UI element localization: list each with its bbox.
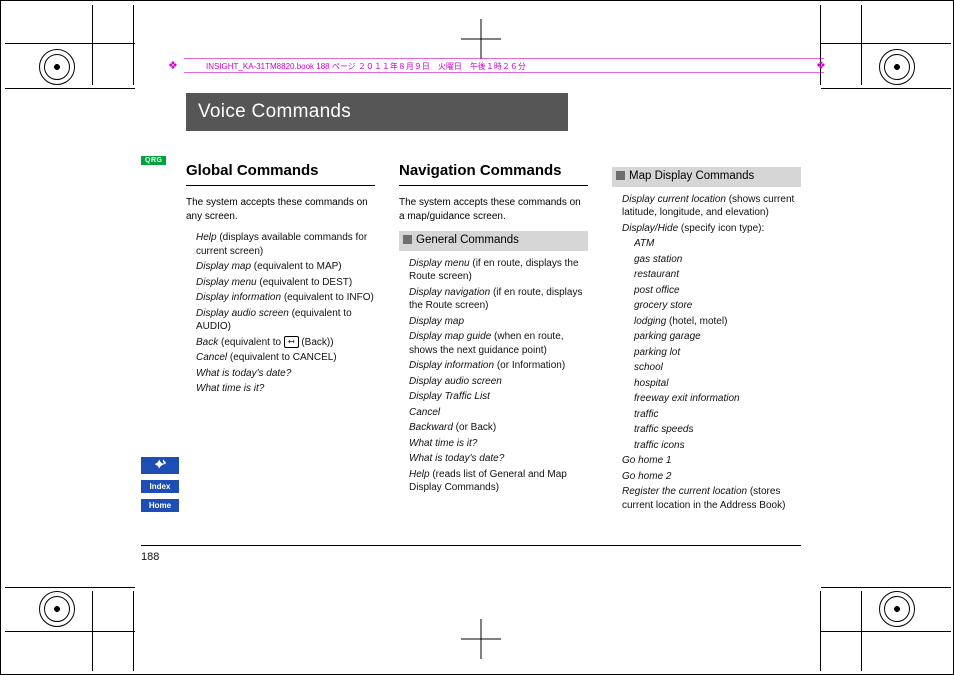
crop-vline-br1: [820, 591, 821, 671]
crop-vline-br2: [861, 591, 862, 671]
ornament-right-icon: ❖: [816, 59, 826, 72]
list-item: What is today's date?: [409, 452, 588, 466]
running-head-rule-bot: [184, 72, 824, 73]
list-item: Display current location (shows current …: [622, 193, 801, 220]
square-bullet-icon: [616, 171, 625, 180]
crop-vline-tr2: [861, 5, 862, 85]
list-item: Help (reads list of General and Map Disp…: [409, 468, 588, 495]
side-tabs: ✦ᔉ Index Home: [141, 457, 179, 512]
list-item: gas station: [634, 253, 801, 267]
list-item: parking garage: [634, 330, 801, 344]
list-item: Cancel (equivalent to CANCEL): [196, 351, 375, 365]
general-list: Display menu (if en route, displays the …: [399, 257, 588, 495]
heading-navigation-rule: [399, 185, 588, 186]
list-item: Display audio screen: [409, 375, 588, 389]
list-item: Back (equivalent to ↤ (Back)): [196, 336, 375, 350]
tab-home[interactable]: Home: [141, 499, 179, 512]
crop-ring-bl: [39, 591, 75, 627]
subhead-general: General Commands: [399, 231, 588, 251]
heading-global-rule: [186, 185, 375, 186]
list-item: Display information (or Information): [409, 359, 588, 373]
list-item: traffic: [634, 408, 801, 422]
crop-hline-t2: [5, 88, 135, 89]
navigation-intro: The system accepts these commands on a m…: [399, 196, 588, 223]
mapdisplay-tail-list: Go home 1 Go home 2 Register the current…: [612, 454, 801, 512]
column-global: Global Commands The system accepts these…: [186, 161, 375, 514]
content-columns: Global Commands The system accepts these…: [186, 161, 801, 514]
tab-index[interactable]: Index: [141, 480, 179, 493]
square-bullet-icon: [403, 235, 412, 244]
list-item: Display menu (equivalent to DEST): [196, 276, 375, 290]
running-head: ❖ INSIGHT_KA-31TM8820.book 188 ページ ２０１１年…: [206, 61, 526, 72]
list-item: Display map guide (when en route, shows …: [409, 330, 588, 357]
list-item: traffic speeds: [634, 423, 801, 437]
heading-navigation: Navigation Commands: [399, 161, 588, 181]
list-item: Display audio screen (equivalent to AUDI…: [196, 307, 375, 334]
footer-rule: [141, 545, 801, 546]
crop-hline-br1: [821, 587, 951, 588]
crop-hline-b1: [5, 587, 135, 588]
mapdisplay-list: Display current location (shows current …: [612, 193, 801, 236]
running-head-text: INSIGHT_KA-31TM8820.book 188 ページ ２０１１年８月…: [206, 62, 526, 71]
crop-vline-bl1: [92, 591, 93, 671]
icon-type-list: ATM gas station restaurant post office g…: [612, 237, 801, 452]
list-item: Display map: [409, 315, 588, 329]
ornament-left-icon: ❖: [168, 59, 178, 72]
list-item: parking lot: [634, 346, 801, 360]
crop-cross-bot: [461, 619, 501, 659]
list-item: Register the current location (stores cu…: [622, 485, 801, 512]
crop-hline-b2: [5, 631, 135, 632]
list-item: traffic icons: [634, 439, 801, 453]
list-item: restaurant: [634, 268, 801, 282]
qrg-badge: QRG: [141, 156, 166, 165]
list-item: What time is it?: [196, 382, 375, 396]
global-list: Help (displays available commands for cu…: [186, 231, 375, 396]
crop-hline-t1: [5, 43, 135, 44]
crop-hline-br2: [821, 631, 951, 632]
list-item: What time is it?: [409, 437, 588, 451]
list-item: ATM: [634, 237, 801, 251]
crop-ring-tl: [39, 49, 75, 85]
page-title: Voice Commands: [186, 93, 568, 131]
list-item: Display information (equivalent to INFO): [196, 291, 375, 305]
manual-page: ❖ INSIGHT_KA-31TM8820.book 188 ページ ２０１１年…: [0, 0, 954, 675]
crop-cross-top: [461, 19, 501, 59]
crop-ring-br: [879, 591, 915, 627]
list-item: Go home 1: [622, 454, 801, 468]
crop-vline-tr1: [820, 5, 821, 85]
crop-ring-tr: [879, 49, 915, 85]
list-item: Backward (or Back): [409, 421, 588, 435]
page-title-text: Voice Commands: [198, 101, 351, 123]
list-item: Display Traffic List: [409, 390, 588, 404]
crop-hline-tr1: [821, 43, 951, 44]
tab-voice-icon[interactable]: ✦ᔉ: [141, 457, 179, 474]
list-item: hospital: [634, 377, 801, 391]
global-intro: The system accepts these commands on any…: [186, 196, 375, 223]
crop-vline-tl2: [133, 5, 134, 85]
list-item: Display menu (if en route, displays the …: [409, 257, 588, 284]
column-mapdisplay: Map Display Commands Display current loc…: [612, 161, 801, 514]
list-item: post office: [634, 284, 801, 298]
crop-vline-tl1: [92, 5, 93, 85]
subhead-mapdisplay: Map Display Commands: [612, 167, 801, 187]
footer: 188: [141, 551, 159, 563]
list-item: Go home 2: [622, 470, 801, 484]
list-item: grocery store: [634, 299, 801, 313]
list-item: Display map (equivalent to MAP): [196, 260, 375, 274]
list-item: lodging (hotel, motel): [634, 315, 801, 329]
heading-global: Global Commands: [186, 161, 375, 181]
crop-hline-tr2: [821, 88, 951, 89]
list-item: freeway exit information: [634, 392, 801, 406]
list-item: Cancel: [409, 406, 588, 420]
running-head-rule-top: [184, 58, 824, 59]
crop-vline-bl2: [133, 591, 134, 671]
back-icon: ↤: [284, 336, 299, 348]
column-navigation: Navigation Commands The system accepts t…: [399, 161, 588, 514]
list-item: Help (displays available commands for cu…: [196, 231, 375, 258]
list-item: Display navigation (if en route, display…: [409, 286, 588, 313]
list-item: school: [634, 361, 801, 375]
page-number: 188: [141, 551, 159, 563]
list-item: Display/Hide (specify icon type):: [622, 222, 801, 236]
list-item: What is today's date?: [196, 367, 375, 381]
